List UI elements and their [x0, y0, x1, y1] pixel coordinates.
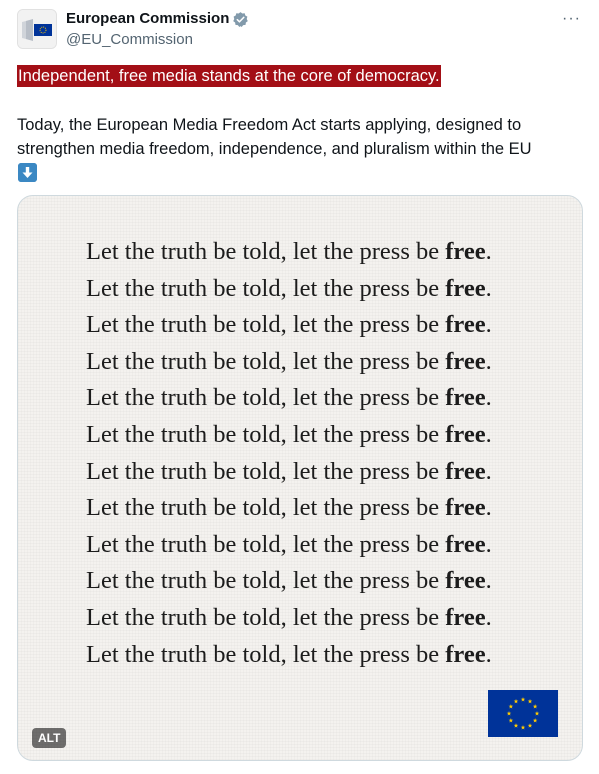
tweet-text: Today, the European Media Freedom Act st… — [17, 116, 532, 158]
line-bold-word: free — [445, 311, 486, 339]
image-text-line: Let the truth be told, let the press be … — [86, 417, 492, 454]
image-text-line: Let the truth be told, let the press be … — [86, 307, 492, 344]
line-prefix: Let the truth be told, let the press be — [86, 311, 446, 339]
line-suffix: . — [485, 567, 492, 595]
line-bold-word: free — [445, 530, 486, 558]
line-suffix: . — [485, 238, 492, 265]
line-suffix: . — [485, 274, 492, 302]
image-text-line: Let the truth be told, let the press be … — [86, 527, 492, 564]
image-text-line: Let the truth be told, let the press be … — [86, 637, 492, 674]
display-name[interactable]: European Commission — [66, 9, 229, 29]
line-bold-word: free — [445, 274, 486, 302]
avatar[interactable] — [17, 9, 57, 49]
down-arrow-emoji-icon — [18, 163, 37, 182]
line-prefix: Let the truth be told, let the press be — [86, 494, 446, 522]
line-suffix: . — [485, 640, 492, 668]
image-text-line: Let the truth be told, let the press be … — [86, 234, 492, 271]
image-text-line: Let the truth be told, let the press be … — [86, 454, 492, 491]
line-bold-word: free — [445, 494, 486, 522]
line-prefix: Let the truth be told, let the press be — [86, 530, 446, 558]
line-bold-word: free — [445, 567, 486, 595]
line-prefix: Let the truth be told, let the press be — [86, 274, 446, 302]
eu-logo-avatar-icon — [18, 10, 56, 48]
line-prefix: Let the truth be told, let the press be — [86, 384, 446, 412]
line-prefix: Let the truth be told, let the press be — [86, 567, 446, 595]
line-prefix: Let the truth be told, let the press be — [86, 640, 446, 668]
line-prefix: Let the truth be told, let the press be — [86, 457, 446, 485]
line-bold-word: free — [445, 603, 486, 631]
line-prefix: Let the truth be told, let the press be — [86, 603, 446, 631]
image-text-line: Let the truth be told, let the press be … — [86, 563, 492, 600]
image-text-line: Let the truth be told, let the press be … — [86, 271, 492, 308]
verified-badge-icon — [233, 11, 249, 27]
line-prefix: Let the truth be told, let the press be — [86, 420, 446, 448]
line-bold-word: free — [445, 347, 486, 375]
line-prefix: Let the truth be told, let the press be — [86, 238, 446, 265]
line-suffix: . — [485, 457, 492, 485]
line-suffix: . — [485, 384, 492, 412]
eu-flag-icon — [488, 690, 558, 737]
line-prefix: Let the truth be told, let the press be — [86, 347, 446, 375]
line-suffix: . — [485, 347, 492, 375]
tweet-image[interactable]: Let the truth be told, let the press be … — [17, 195, 583, 761]
line-suffix: . — [485, 603, 492, 631]
line-bold-word: free — [445, 640, 486, 668]
alt-badge[interactable]: ALT — [32, 728, 67, 748]
more-options-icon[interactable]: ··· — [562, 10, 581, 28]
line-bold-word: free — [445, 420, 486, 448]
line-bold-word: free — [445, 457, 486, 485]
image-text-line: Let the truth be told, let the press be … — [86, 600, 492, 637]
highlighted-text: Independent, free media stands at the co… — [17, 65, 441, 87]
author-name-row: European Commission — [66, 9, 249, 29]
line-suffix: . — [485, 494, 492, 522]
handle[interactable]: @EU_Commission — [66, 30, 193, 50]
image-text-line: Let the truth be told, let the press be … — [86, 380, 492, 417]
line-bold-word: free — [445, 384, 486, 412]
image-text-line: Let the truth be told, let the press be … — [86, 344, 492, 381]
line-suffix: . — [485, 311, 492, 339]
image-text-lines: Let the truth be told, let the press be … — [86, 234, 492, 673]
line-suffix: . — [485, 420, 492, 448]
image-text-line: Let the truth be told, let the press be … — [86, 490, 492, 527]
line-bold-word: free — [445, 238, 486, 265]
line-suffix: . — [485, 530, 492, 558]
